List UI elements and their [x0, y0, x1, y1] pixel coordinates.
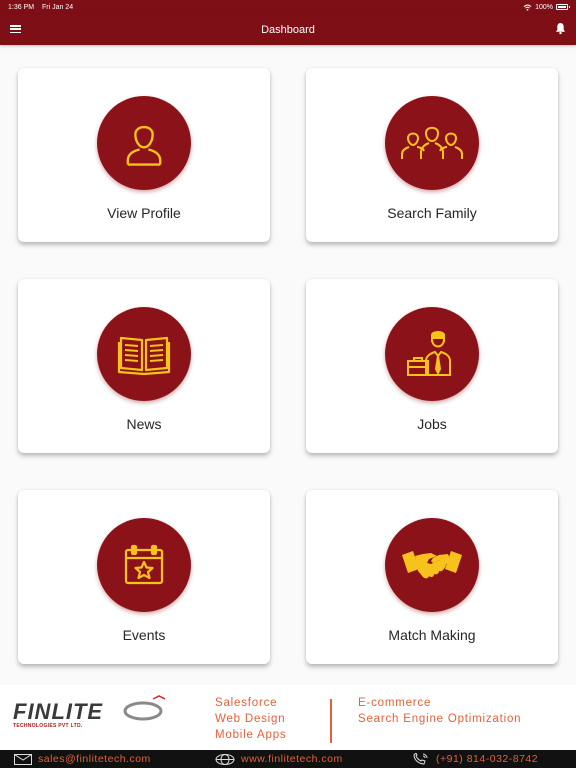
page-title: Dashboard [261, 23, 315, 36]
tile-search-family[interactable]: Search Family [306, 68, 558, 242]
tile-icon-circle [385, 96, 479, 190]
header-bar: Dashboard [0, 14, 576, 45]
handshake-icon [402, 551, 462, 579]
tile-icon-circle [385, 518, 479, 612]
battery-icon [556, 4, 570, 10]
status-time: 1:36 PM [8, 3, 35, 11]
open-book-icon [117, 336, 171, 376]
tile-view-profile[interactable]: View Profile [18, 68, 270, 242]
service-item: Search Engine Optimization [358, 713, 522, 725]
tile-label: Match Making [388, 627, 476, 643]
battery-percent: 100% [535, 3, 553, 11]
tile-label: View Profile [107, 205, 181, 221]
bell-icon[interactable] [555, 22, 566, 35]
service-item: Salesforce [215, 697, 278, 709]
tile-events[interactable]: Events [18, 490, 270, 664]
tile-icon-circle [385, 307, 479, 401]
calendar-star-icon [124, 544, 164, 585]
tile-label: Search Family [387, 205, 477, 221]
logo-name: FINLITE [13, 699, 104, 724]
tile-label: News [126, 416, 162, 432]
company-logo: FINLITE TECHNOLOGIES PVT LTD. [13, 695, 165, 729]
email-text: sales@finlitetech.com [38, 753, 151, 765]
user-icon [126, 125, 162, 166]
phone-text: (+91) 814-032-8742 [436, 753, 539, 765]
mail-icon [14, 753, 32, 765]
contact-bar: sales@finlitetech.com www.finlitetech.co… [0, 750, 576, 768]
service-item: Web Design [215, 713, 286, 725]
tile-icon-circle [97, 96, 191, 190]
tile-label: Jobs [417, 416, 447, 432]
tile-match-making[interactable]: Match Making [306, 490, 558, 664]
tile-jobs[interactable]: Jobs [306, 279, 558, 453]
services-list-left: Salesforce Web Design Mobile Apps [215, 695, 286, 743]
service-item: E-commerce [358, 697, 432, 709]
contact-phone[interactable]: (+91) 814-032-8742 [412, 753, 538, 765]
tile-label: Events [122, 627, 166, 643]
contact-email[interactable]: sales@finlitetech.com [14, 753, 151, 765]
family-group-icon [401, 126, 463, 159]
tile-icon-circle [97, 518, 191, 612]
status-bar: 1:36 PM Fri Jan 24 100% [0, 0, 576, 14]
website-text: www.finlitetech.com [241, 753, 343, 765]
menu-icon[interactable] [10, 25, 21, 34]
services-list-right: E-commerce Search Engine Optimization [358, 695, 521, 727]
wifi-icon [523, 4, 532, 11]
contact-website[interactable]: www.finlitetech.com [215, 753, 343, 765]
logo-swoosh-icon [123, 695, 165, 721]
service-item: Mobile Apps [215, 729, 287, 741]
tile-icon-circle [97, 307, 191, 401]
status-date: Fri Jan 24 [42, 3, 74, 11]
globe-icon [215, 753, 235, 765]
footer-banner: FINLITE TECHNOLOGIES PVT LTD. Salesforce… [0, 685, 576, 750]
tile-news[interactable]: News [18, 279, 270, 453]
phone-icon [413, 753, 428, 765]
divider [330, 699, 332, 743]
businessman-briefcase-icon [407, 331, 451, 376]
